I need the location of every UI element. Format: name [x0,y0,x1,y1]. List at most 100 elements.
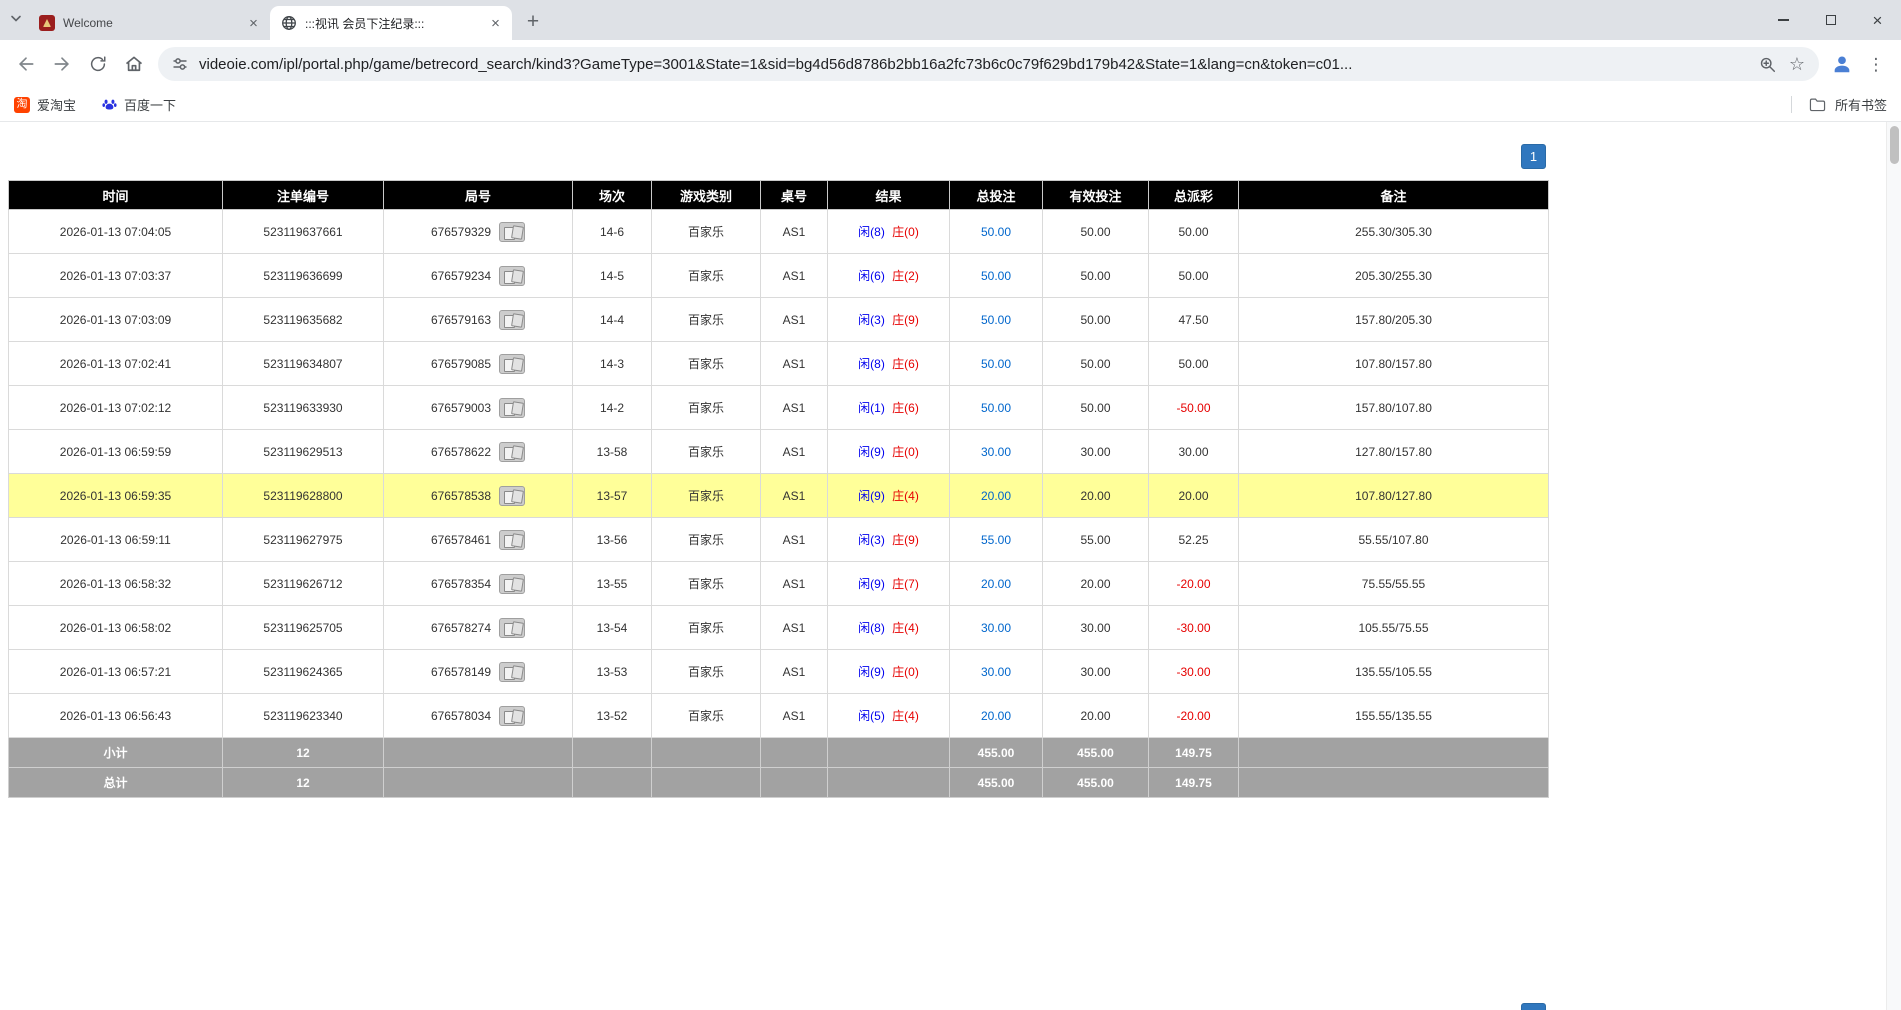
cell-bet-number: 523119634807 [223,342,384,386]
cell-total-bet-link[interactable]: 50.00 [950,298,1043,342]
bookmark-baidu[interactable]: 百度一下 [102,95,176,114]
cell-total-bet-link[interactable]: 50.00 [950,210,1043,254]
maximize-button[interactable] [1807,0,1854,40]
back-button[interactable] [8,46,44,82]
cell-bet-number: 523119637661 [223,210,384,254]
cell-game-type: 百家乐 [652,518,761,562]
cell-bet-number: 523119625705 [223,606,384,650]
cell-result: 闲(9) 庄(4) [828,474,950,518]
cell-total-bet-link[interactable]: 30.00 [950,650,1043,694]
card-result-thumbnail[interactable] [499,486,525,506]
cell-total-bet-link[interactable]: 55.00 [950,518,1043,562]
browser-menu-button[interactable]: ⋮ [1859,47,1893,81]
cell-total-bet-link[interactable]: 20.00 [950,694,1043,738]
cell-session: 13-56 [573,518,652,562]
cell-total-bet-link[interactable]: 30.00 [950,430,1043,474]
cell-total-bet-link[interactable]: 50.00 [950,254,1043,298]
profile-avatar[interactable] [1825,47,1859,81]
scrollbar[interactable] [1886,122,1901,1010]
cell-game-type: 百家乐 [652,342,761,386]
cell-valid-bet: 20.00 [1043,562,1149,606]
cell-total-bet-link[interactable]: 50.00 [950,386,1043,430]
card-result-thumbnail[interactable] [499,442,525,462]
cell-table-number: AS1 [761,650,828,694]
summary-total-bet: 455.00 [950,738,1043,768]
round-number: 676578461 [431,533,491,547]
tab-betrecord[interactable]: :::视讯 会员下注纪录::: × [270,6,512,40]
cell-result: 闲(9) 庄(7) [828,562,950,606]
cell-total-bet-link[interactable]: 20.00 [950,562,1043,606]
cell-total-bet-link[interactable]: 20.00 [950,474,1043,518]
result-player: 闲(8) [858,225,885,239]
cell-valid-bet: 55.00 [1043,518,1149,562]
table-row: 2026-01-13 06:58:32 523119626712 6765783… [9,562,1549,606]
cell-payout: -30.00 [1149,606,1239,650]
zoom-icon[interactable] [1759,56,1776,73]
cell-session: 14-4 [573,298,652,342]
address-bar[interactable]: videoie.com/ipl/portal.php/game/betrecor… [158,47,1819,81]
close-window-button[interactable]: × [1854,0,1901,40]
cell-valid-bet: 50.00 [1043,210,1149,254]
reload-button[interactable] [80,46,116,82]
cell-result: 闲(6) 庄(2) [828,254,950,298]
column-header: 注单编号 [223,181,384,210]
card-result-thumbnail[interactable] [499,662,525,682]
cell-total-bet-link[interactable]: 50.00 [950,342,1043,386]
cell-time: 2026-01-13 06:58:32 [9,562,223,606]
bookmark-taobao[interactable]: 淘 爱淘宝 [14,95,76,114]
cell-time: 2026-01-13 06:57:21 [9,650,223,694]
baidu-paw-icon [102,97,117,112]
close-icon: × [1873,12,1883,29]
cell-table-number: AS1 [761,474,828,518]
cell-session: 14-6 [573,210,652,254]
table-row: 2026-01-13 07:02:41 523119634807 6765790… [9,342,1549,386]
card-result-thumbnail[interactable] [499,398,525,418]
result-player: 闲(3) [858,313,885,327]
card-result-thumbnail[interactable] [499,266,525,286]
card-result-thumbnail[interactable] [499,530,525,550]
result-banker: 庄(2) [892,269,919,283]
new-tab-button[interactable]: + [519,8,547,36]
table-row: 2026-01-13 07:04:05 523119637661 6765793… [9,210,1549,254]
cell-total-bet-link[interactable]: 30.00 [950,606,1043,650]
minimize-button[interactable] [1760,0,1807,40]
cell-result: 闲(1) 庄(6) [828,386,950,430]
bookmark-star-icon[interactable]: ☆ [1789,55,1805,73]
cell-remark: 55.55/107.80 [1239,518,1549,562]
round-number: 676579234 [431,269,491,283]
chevron-down-icon[interactable] [10,15,22,23]
cell-table-number: AS1 [761,342,828,386]
result-player: 闲(3) [858,533,885,547]
cell-remark: 255.30/305.30 [1239,210,1549,254]
pagination-bottom[interactable]: 1 [1521,1003,1546,1010]
url-text[interactable]: videoie.com/ipl/portal.php/game/betrecor… [199,56,1747,73]
cell-valid-bet: 20.00 [1043,694,1149,738]
browser-window: Welcome × :::视讯 会员下注纪录::: × + × [0,0,1901,122]
column-header: 有效投注 [1043,181,1149,210]
tab-welcome[interactable]: Welcome × [28,6,270,40]
home-button[interactable] [116,46,152,82]
card-result-thumbnail[interactable] [499,574,525,594]
site-settings-icon[interactable] [172,56,188,72]
round-number: 676578034 [431,709,491,723]
tab-close-icon[interactable]: × [245,15,262,32]
column-header: 总投注 [950,181,1043,210]
card-result-thumbnail[interactable] [499,354,525,374]
cell-result: 闲(3) 庄(9) [828,298,950,342]
tab-close-icon[interactable]: × [487,15,504,32]
pagination-page-1[interactable]: 1 [1521,144,1546,169]
card-result-thumbnail[interactable] [499,618,525,638]
scrollbar-thumb[interactable] [1890,126,1899,164]
cell-result: 闲(8) 庄(0) [828,210,950,254]
browser-toolbar: videoie.com/ipl/portal.php/game/betrecor… [0,40,1901,88]
cell-payout: 50.00 [1149,210,1239,254]
card-result-thumbnail[interactable] [499,310,525,330]
cell-round-number: 676578149 [384,650,573,694]
all-bookmarks-button[interactable]: 所有书签 [1791,95,1887,114]
cell-session: 14-5 [573,254,652,298]
card-result-thumbnail[interactable] [499,706,525,726]
forward-button[interactable] [44,46,80,82]
round-number: 676578149 [431,665,491,679]
cell-payout: -50.00 [1149,386,1239,430]
card-result-thumbnail[interactable] [499,222,525,242]
